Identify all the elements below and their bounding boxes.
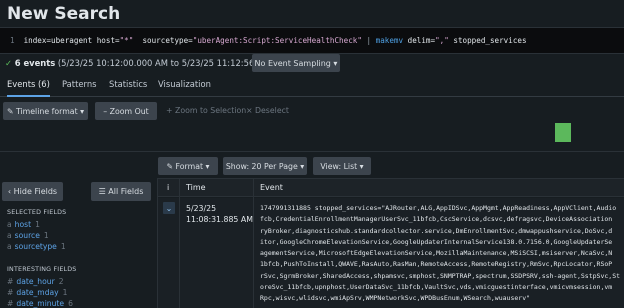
field-count: 1 xyxy=(35,220,40,229)
column-header-time[interactable]: Time xyxy=(186,183,206,192)
column-header-event: Event xyxy=(260,183,283,192)
event-text: 1747991311885 stopped_services="AJRouter… xyxy=(260,203,624,305)
event-line: 1bfcb,PushToInstall,QWAVE,RasAuto,RasMan… xyxy=(260,260,613,269)
field-date-mday[interactable]: # date_mday 1 xyxy=(7,288,68,297)
query-string: "*" xyxy=(119,36,134,45)
event-line: 1747991311885 stopped_services="AJRouter… xyxy=(260,204,617,212)
events-table: i Time Event ⌄ 5/23/25 11:08:31.885 AM 1… xyxy=(157,178,624,308)
query-string: "uberAgent:Script:ServiceHealthCheck" xyxy=(192,36,362,45)
tab-statistics[interactable]: Statistics xyxy=(109,79,147,97)
event-timestamp: 11:08:31.885 AM xyxy=(186,215,253,224)
field-name: date_minute xyxy=(16,299,65,308)
event-line: rSvc,SgrmBroker,SharedAccess,shpamsvc,sm… xyxy=(260,271,621,280)
expand-row-button[interactable]: ⌄ xyxy=(163,202,175,214)
divider xyxy=(0,151,624,152)
all-fields-button[interactable]: ☰ All Fields xyxy=(91,182,151,201)
field-type-icon: a xyxy=(7,220,12,229)
event-line: ryBroker,diagnosticshub.standardcollecto… xyxy=(260,226,613,235)
field-type-icon: a xyxy=(7,242,12,251)
field-count: 1 xyxy=(60,242,66,251)
field-date-minute[interactable]: # date_minute 6 xyxy=(7,299,73,308)
event-line: Rpc,wisvc,wlidsvc,wmiApSrv,WMPNetworkSvc… xyxy=(260,294,531,303)
tab-events[interactable]: Events (6) xyxy=(7,79,50,97)
field-source[interactable]: a source 1 xyxy=(7,231,49,240)
field-sourcetype[interactable]: a sourcetype 1 xyxy=(7,242,66,251)
interesting-fields-heading: INTERESTING FIELDS xyxy=(7,266,77,273)
query-pipe: | xyxy=(361,36,376,45)
table-row: ⌄ 5/23/25 11:08:31.885 AM 1747991311885 … xyxy=(158,198,624,308)
hide-fields-button[interactable]: ‹ Hide Fields xyxy=(2,182,63,201)
query-text: index=uberagent host= xyxy=(23,36,120,45)
event-line: oreSvc_11bfcb,upnphost,UserDataSvc_11bfc… xyxy=(260,283,613,292)
field-name: date_hour xyxy=(16,277,55,286)
event-date: 5/23/25 xyxy=(186,204,217,213)
events-count: ✓ 6 events (5/23/25 10:12:00.000 AM to 5… xyxy=(5,58,292,68)
events-count-number: 6 events xyxy=(14,58,56,68)
timeline-format-button[interactable]: ✎ Timeline format ▾ xyxy=(3,102,88,120)
event-line: fcb,CredentialEnrollmentManagerUserSvc_1… xyxy=(260,215,613,224)
view-dropdown[interactable]: View: List ▾ xyxy=(313,157,371,175)
table-header: i Time Event xyxy=(158,178,624,197)
fields-sidebar: ‹ Hide Fields ☰ All Fields SELECTED FIEL… xyxy=(0,178,157,308)
field-name: date_mday xyxy=(16,288,59,297)
field-host[interactable]: a host 1 xyxy=(7,220,40,229)
field-name: host xyxy=(14,220,32,229)
field-date-hour[interactable]: # date_hour 2 xyxy=(7,277,64,286)
field-type-icon: a xyxy=(7,231,12,240)
per-page-dropdown[interactable]: Show: 20 Per Page ▾ xyxy=(223,157,307,175)
query-command: makemv xyxy=(375,36,404,45)
field-type-icon: # xyxy=(7,277,14,286)
field-type-icon: # xyxy=(7,288,14,297)
zoom-to-selection-link[interactable]: + Zoom to Selection xyxy=(166,106,246,115)
field-count: 1 xyxy=(62,288,68,297)
column-separator xyxy=(253,178,254,308)
selected-fields-heading: SELECTED FIELDS xyxy=(7,209,67,216)
zoom-out-button[interactable]: – Zoom Out xyxy=(95,102,157,120)
page-title: New Search xyxy=(7,4,121,24)
field-name: sourcetype xyxy=(14,242,57,251)
results-tabs: Events (6) Patterns Statistics Visualiza… xyxy=(0,79,624,97)
event-line: itor,GoogleChromeElevationService,Google… xyxy=(260,237,613,246)
query-args: stopped_services xyxy=(448,36,527,45)
field-type-icon: # xyxy=(7,299,14,308)
format-button[interactable]: ✎ Format ▾ xyxy=(158,157,218,175)
search-bar[interactable]: 1 index=uberagent host= "*" sourcetype= … xyxy=(0,27,624,54)
event-sampling-dropdown[interactable]: No Event Sampling ▾ xyxy=(252,54,340,72)
query-string: "," xyxy=(435,36,449,45)
field-count: 2 xyxy=(58,277,64,286)
column-separator xyxy=(179,178,180,308)
field-count: 1 xyxy=(43,231,49,240)
column-header-info: i xyxy=(167,183,170,192)
field-name: source xyxy=(14,231,40,240)
query-text: sourcetype= xyxy=(133,36,193,45)
event-line: agementService,MicrosoftEdgeElevationSer… xyxy=(260,249,613,258)
tab-visualization[interactable]: Visualization xyxy=(158,79,211,97)
check-icon: ✓ xyxy=(5,58,13,68)
field-count: 6 xyxy=(68,299,73,308)
query-text: delim= xyxy=(403,36,436,45)
line-number: 1 xyxy=(10,36,15,45)
tab-patterns[interactable]: Patterns xyxy=(62,79,97,97)
deselect-link[interactable]: × Deselect xyxy=(246,106,289,115)
event-time[interactable]: 5/23/25 11:08:31.885 AM xyxy=(186,203,253,225)
timeline-bar[interactable] xyxy=(555,123,571,142)
